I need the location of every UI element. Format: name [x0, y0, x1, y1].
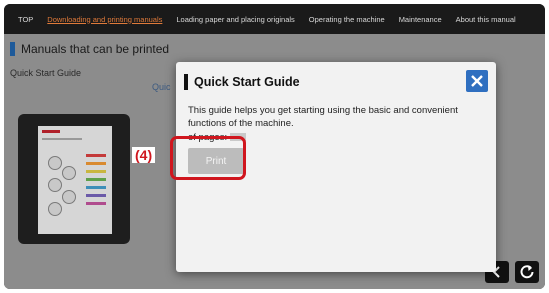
nav-top[interactable]: TOP [18, 15, 33, 24]
close-button[interactable] [466, 70, 488, 92]
cover-stripe [86, 202, 106, 205]
nav-maintenance[interactable]: Maintenance [399, 15, 442, 24]
print-highlight-box [170, 136, 246, 180]
cover-stripe [86, 186, 106, 189]
dialog-title-bar [184, 74, 188, 90]
cover-stripe [86, 178, 106, 181]
dialog-title: Quick Start Guide [194, 75, 300, 89]
page-header: Manuals that can be printed [10, 42, 169, 56]
title-accent-bar [10, 42, 15, 56]
dialog-header: Quick Start Guide [184, 74, 300, 90]
nav-operating[interactable]: Operating the machine [309, 15, 385, 24]
nav-downloading-printing[interactable]: Downloading and printing manuals [47, 15, 162, 24]
device-screen: TOP Downloading and printing manuals Loa… [4, 4, 545, 289]
guide-link-partial[interactable]: Quic [152, 82, 171, 92]
cover-hex [62, 166, 76, 180]
top-nav: TOP Downloading and printing manuals Loa… [4, 4, 545, 34]
cover-title-line [42, 138, 82, 140]
cover-hex [48, 202, 62, 216]
cover-hex [62, 190, 76, 204]
page-title: Manuals that can be printed [21, 42, 170, 56]
cover-hex [48, 156, 62, 170]
refresh-icon[interactable] [515, 261, 539, 283]
guide-label: Quick Start Guide [10, 68, 82, 78]
nav-about-manual[interactable]: About this manual [456, 15, 516, 24]
nav-loading-paper[interactable]: Loading paper and placing originals [176, 15, 294, 24]
cover-stripe [86, 154, 106, 157]
manual-cover-image [38, 126, 112, 234]
manual-thumbnail[interactable] [18, 114, 130, 244]
step-callout: (4) [132, 147, 156, 163]
brand-logo [42, 130, 60, 133]
close-icon [471, 75, 483, 87]
cover-hex [48, 178, 62, 192]
cover-stripe [86, 194, 106, 197]
dialog-description: This guide helps you get starting using … [188, 105, 458, 130]
cover-stripe [86, 162, 106, 165]
cover-stripe [86, 170, 106, 173]
